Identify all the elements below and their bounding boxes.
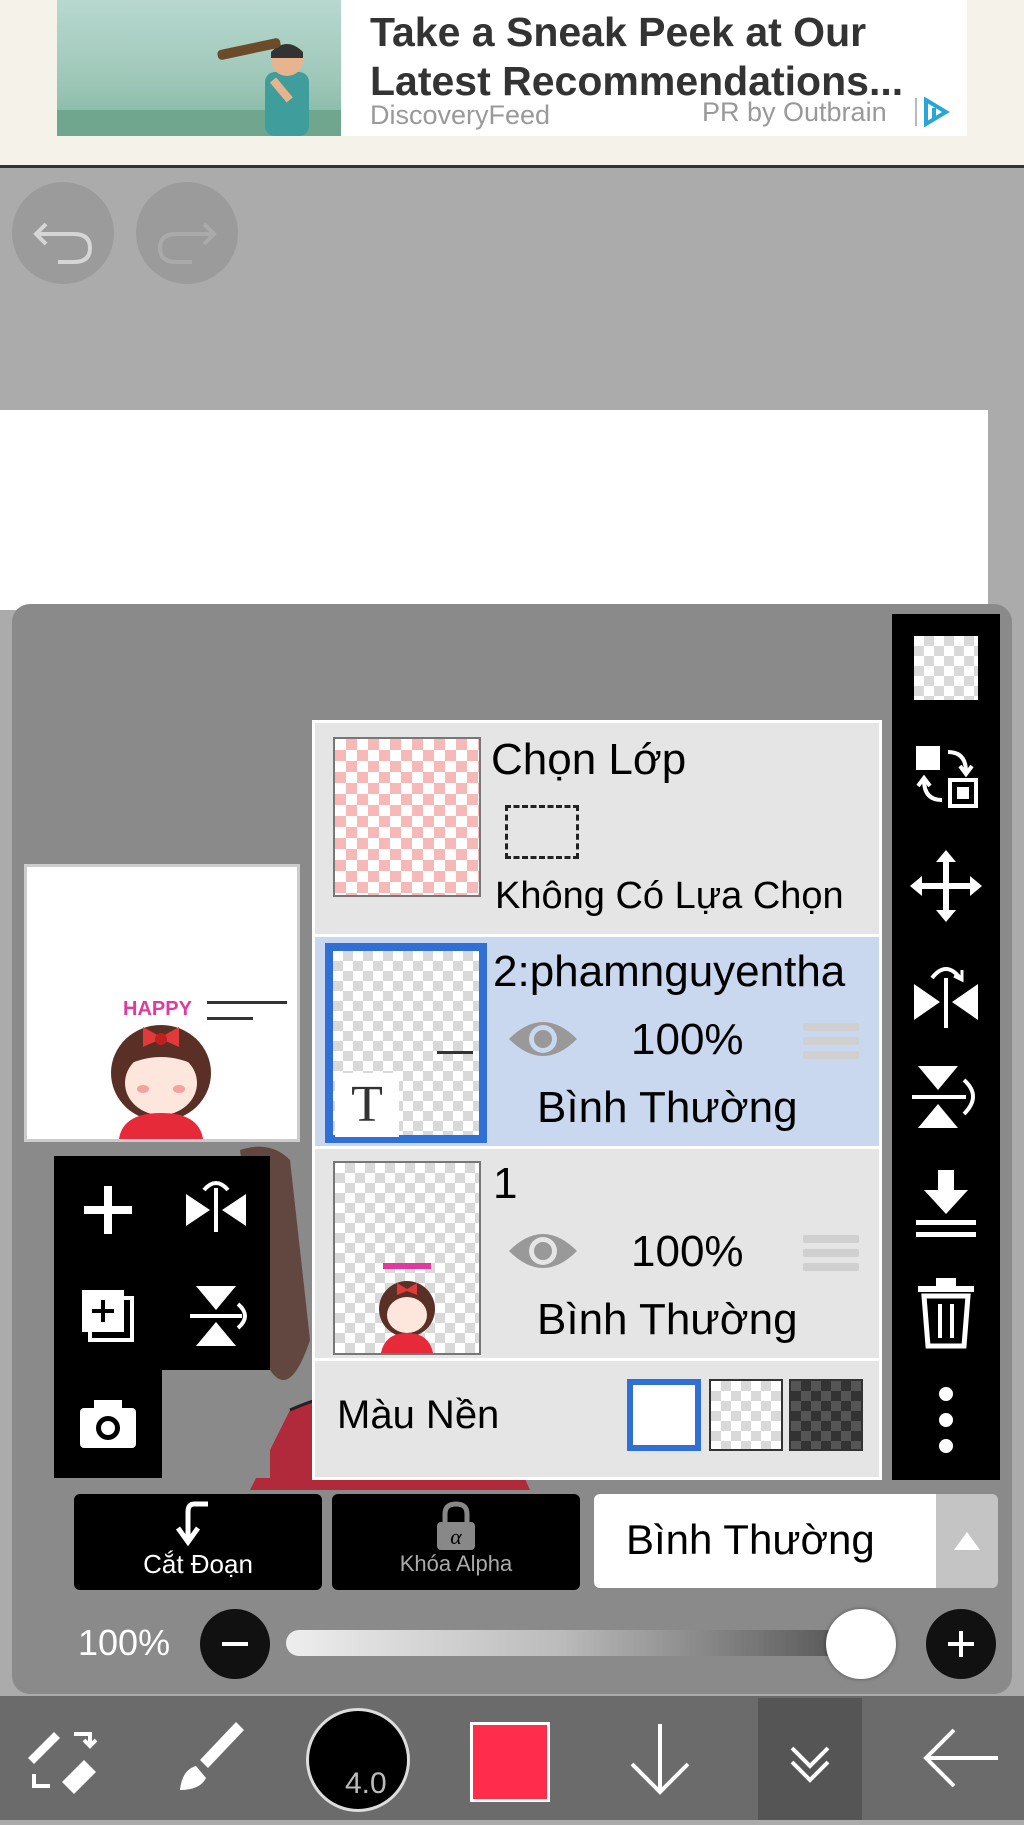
- camera-icon: [80, 1400, 136, 1448]
- bottom-toolbar: 4.0: [0, 1696, 1024, 1820]
- blend-mode-dropdown-button[interactable]: [936, 1494, 998, 1588]
- brush-icon: [180, 1722, 244, 1790]
- opacity-slider[interactable]: [286, 1630, 896, 1656]
- triangle-up-icon: [954, 1532, 980, 1550]
- layer-blend-mode[interactable]: Bình Thường: [537, 1295, 798, 1345]
- layer-actions-bar: [892, 614, 1000, 1480]
- blend-mode-select[interactable]: Bình Thường: [594, 1494, 936, 1588]
- move-down-button[interactable]: [620, 1718, 700, 1798]
- background-dark-swatch[interactable]: [789, 1379, 863, 1451]
- layer-thumbnail: T: [325, 943, 487, 1143]
- layer-opacity[interactable]: 100%: [631, 1227, 744, 1277]
- selection-layer-thumbnail: [333, 737, 481, 897]
- selection-layer-row[interactable]: Chọn Lớp Không Có Lựa Chọn: [315, 723, 879, 937]
- text-layer-icon: T: [335, 1073, 399, 1137]
- flip-horizontal-icon: [186, 1181, 246, 1232]
- undo-icon: [33, 222, 93, 264]
- brush-tool-button[interactable]: [168, 1716, 252, 1800]
- blend-mode-value: Bình Thường: [626, 1516, 875, 1563]
- flip-vertical-icon[interactable]: [908, 1058, 984, 1134]
- layers-list: Chọn Lớp Không Có Lựa Chọn T 2:phamnguye…: [312, 720, 882, 1480]
- background-color-row: Màu Nền: [315, 1361, 879, 1477]
- plus-icon: [84, 1186, 132, 1234]
- clipping-arrow-icon: [175, 1501, 208, 1547]
- redo-icon: [157, 222, 217, 264]
- layer-name: 2:phamnguyentha: [493, 947, 846, 996]
- eye-icon[interactable]: [505, 1223, 581, 1279]
- minus-icon: [222, 1642, 248, 1646]
- flip-horizontal-icon[interactable]: [908, 954, 984, 1030]
- ad-sponsor: PR by Outbrain: [702, 97, 887, 127]
- adchoices-icon[interactable]: [912, 94, 952, 130]
- tool-grid-gap: [162, 1370, 270, 1478]
- brush-size-button[interactable]: 4.0: [306, 1708, 410, 1812]
- layer-blend-mode[interactable]: Bình Thường: [537, 1083, 798, 1133]
- clipping-label: Cắt Đoạn: [143, 1549, 253, 1579]
- layer-opacity[interactable]: 100%: [631, 1015, 744, 1065]
- clipping-button[interactable]: Cắt Đoạn: [74, 1494, 322, 1590]
- more-options-icon[interactable]: [908, 1382, 984, 1458]
- drag-handle-icon[interactable]: [803, 1023, 859, 1065]
- selection-status: Không Có Lựa Chọn: [495, 875, 844, 917]
- tool-swap-button[interactable]: [20, 1716, 104, 1800]
- background-label: Màu Nền: [337, 1393, 500, 1437]
- selection-layer-title: Chọn Lớp: [491, 735, 687, 784]
- opacity-slider-thumb[interactable]: [826, 1609, 896, 1679]
- ad-source: DiscoveryFeed: [370, 100, 551, 130]
- trash-icon[interactable]: [908, 1274, 984, 1350]
- swap-layer-icon[interactable]: [908, 738, 984, 814]
- ad-card[interactable]: Take a Sneak Peek at Our Latest Recommen…: [57, 0, 967, 136]
- happy-text: HAPPY: [123, 998, 193, 1020]
- layer-row[interactable]: 1 100% Bình Thường: [315, 1149, 879, 1361]
- alpha-lock-button[interactable]: α Khóa Alpha: [332, 1494, 580, 1590]
- undo-button[interactable]: [12, 182, 114, 284]
- double-chevron-down-icon: [790, 1746, 830, 1783]
- background-transparent-swatch[interactable]: [709, 1379, 783, 1451]
- layer-text-preview: [437, 1051, 473, 1054]
- redo-button[interactable]: [136, 182, 238, 284]
- back-button[interactable]: [918, 1718, 1002, 1798]
- opacity-decrease-button[interactable]: [200, 1609, 270, 1679]
- duplicate-layer-button[interactable]: [64, 1272, 152, 1360]
- drawing-canvas[interactable]: [0, 410, 988, 610]
- layers-toggle-button[interactable]: [758, 1698, 862, 1820]
- layer-row[interactable]: T 2:phamnguyentha 100% Bình Thường: [315, 937, 879, 1149]
- color-picker-button[interactable]: [470, 1722, 550, 1802]
- plus-icon: [948, 1631, 974, 1657]
- drag-handle-icon[interactable]: [803, 1235, 859, 1277]
- layer-thumbnail: [333, 1161, 481, 1355]
- ad-title[interactable]: Take a Sneak Peek at Our Latest Recommen…: [370, 8, 950, 106]
- lock-icon: α: [437, 1501, 475, 1550]
- flip-horizontal-button[interactable]: [172, 1166, 260, 1254]
- selection-marquee-icon: [505, 805, 579, 859]
- brush-size-value: 4.0: [345, 1767, 387, 1800]
- svg-text:α: α: [450, 1524, 462, 1549]
- duplicate-icon: [82, 1290, 134, 1342]
- flip-vertical-icon: [190, 1286, 247, 1346]
- transparency-icon[interactable]: [914, 636, 978, 700]
- arrow-left-icon: [923, 1728, 998, 1788]
- ad-banner[interactable]: Take a Sneak Peek at Our Latest Recommen…: [0, 0, 1024, 168]
- pen-eraser-swap-icon: [28, 1732, 98, 1794]
- canvas-preview[interactable]: HAPPY: [24, 864, 300, 1142]
- background-white-swatch[interactable]: [627, 1379, 701, 1451]
- opacity-value-label: 100%: [78, 1622, 171, 1663]
- merge-down-icon[interactable]: [908, 1166, 984, 1242]
- alpha-lock-label: Khóa Alpha: [399, 1551, 513, 1576]
- move-icon[interactable]: [908, 848, 984, 924]
- layer-name: 1: [493, 1159, 518, 1208]
- opacity-increase-button[interactable]: [926, 1609, 996, 1679]
- eye-icon[interactable]: [505, 1011, 581, 1067]
- camera-button[interactable]: [64, 1380, 152, 1468]
- add-layer-button[interactable]: [64, 1166, 152, 1254]
- arrow-down-icon: [630, 1724, 690, 1795]
- flip-vertical-button[interactable]: [172, 1272, 260, 1360]
- ad-image[interactable]: [57, 0, 341, 136]
